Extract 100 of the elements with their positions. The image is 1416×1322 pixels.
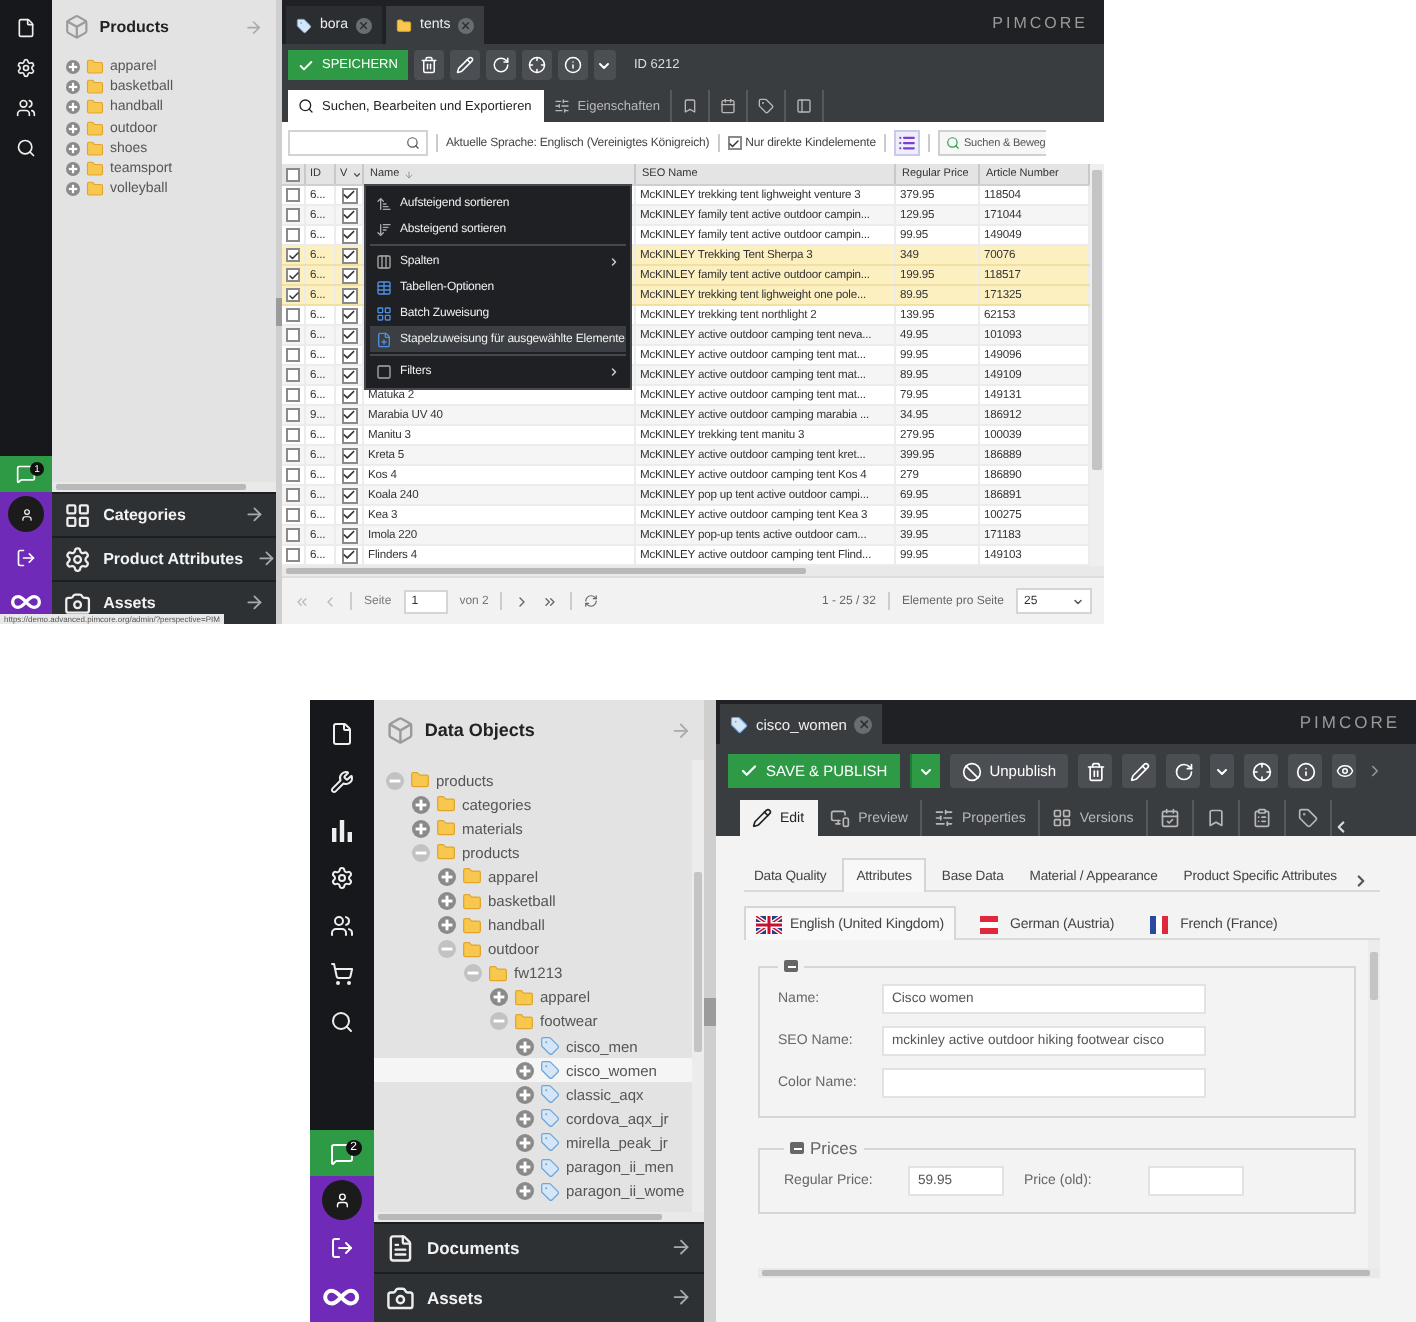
scrollbar[interactable] <box>692 760 704 1212</box>
expand-icon[interactable] <box>412 819 430 838</box>
wrench-icon[interactable] <box>330 770 354 794</box>
collapse-icon[interactable] <box>790 1142 804 1154</box>
logo-button[interactable] <box>310 1272 374 1322</box>
rename-button[interactable] <box>449 50 480 80</box>
settings-icon[interactable] <box>330 866 354 890</box>
row-checkbox[interactable] <box>286 488 300 502</box>
row-checkbox[interactable] <box>286 308 300 322</box>
expand-icon[interactable] <box>438 867 456 886</box>
arrow-right-icon[interactable] <box>670 719 692 741</box>
row-checkbox[interactable] <box>286 268 300 282</box>
delete-button[interactable] <box>1078 754 1113 788</box>
locate-button[interactable] <box>1244 754 1279 788</box>
info-button[interactable] <box>1288 754 1323 788</box>
expand-icon[interactable] <box>516 1037 534 1056</box>
expand-icon[interactable] <box>516 1133 534 1152</box>
expand-icon[interactable] <box>438 916 456 935</box>
scrollbar[interactable] <box>52 482 276 492</box>
row-checkbox[interactable] <box>286 288 300 302</box>
scrollbar[interactable] <box>282 566 1104 576</box>
expand-icon[interactable] <box>516 1182 534 1201</box>
sort-arrow-icon <box>403 169 414 179</box>
search-field[interactable] <box>288 130 428 156</box>
refresh-icon[interactable] <box>584 594 599 608</box>
delete-button[interactable] <box>413 50 444 80</box>
scrollbar[interactable] <box>1368 940 1380 1268</box>
check-icon <box>740 762 758 780</box>
bookmark-icon <box>1205 808 1226 828</box>
document-icon[interactable] <box>330 722 354 746</box>
row-checkbox[interactable] <box>286 188 300 202</box>
reload-button[interactable] <box>1166 754 1201 788</box>
expand-icon[interactable] <box>490 988 508 1007</box>
row-checkbox[interactable] <box>286 228 300 242</box>
bar-chart-icon[interactable] <box>330 818 354 842</box>
expand-icon[interactable] <box>66 59 80 74</box>
info-button[interactable] <box>557 50 588 80</box>
close-button[interactable] <box>356 17 373 33</box>
row-checkbox[interactable] <box>286 508 300 522</box>
scrollbar[interactable] <box>1090 164 1104 566</box>
expand-icon[interactable] <box>516 1158 534 1177</box>
row-checkbox[interactable] <box>286 468 300 482</box>
dropdown-button[interactable] <box>1210 754 1235 788</box>
users-icon[interactable] <box>330 914 354 938</box>
collapse-handle[interactable] <box>276 298 282 326</box>
close-button[interactable] <box>458 17 475 33</box>
reload-button[interactable] <box>485 50 516 80</box>
expand-icon[interactable] <box>66 121 80 136</box>
scrollbar[interactable] <box>758 1268 1380 1278</box>
close-button[interactable] <box>854 715 873 733</box>
sliders-icon <box>933 808 954 828</box>
accordion-header[interactable]: Categories <box>52 492 276 536</box>
search-icon[interactable] <box>330 1010 354 1034</box>
expand-icon[interactable] <box>66 162 80 177</box>
accordion-header[interactable]: Product Attributes <box>52 536 276 580</box>
expand-icon[interactable] <box>66 141 80 156</box>
bookmark-icon <box>682 98 698 114</box>
row-checkbox[interactable] <box>286 208 300 222</box>
row-checkbox[interactable] <box>286 388 300 402</box>
dropdown-button[interactable] <box>593 50 616 80</box>
text-field[interactable] <box>882 1068 1206 1098</box>
select-all-checkbox[interactable] <box>286 167 300 181</box>
row-checkbox[interactable] <box>286 328 300 342</box>
expand-icon[interactable] <box>66 100 80 115</box>
row-checkbox[interactable] <box>286 448 300 462</box>
list-view-button[interactable] <box>893 130 920 156</box>
expand-icon[interactable] <box>66 182 80 197</box>
arrow-right-icon[interactable] <box>244 17 264 37</box>
file-plus-icon <box>376 331 392 347</box>
row-checkbox[interactable] <box>286 528 300 542</box>
collapse-handle[interactable] <box>704 997 716 1025</box>
last-page-icon[interactable] <box>542 593 559 609</box>
row-checkbox[interactable] <box>286 348 300 362</box>
collapse-icon[interactable] <box>784 960 798 972</box>
row-checkbox[interactable] <box>286 428 300 442</box>
row-checkbox[interactable] <box>286 368 300 382</box>
expand-icon[interactable] <box>66 79 80 94</box>
scrollbar[interactable] <box>374 1212 704 1222</box>
checkbox[interactable] <box>727 136 742 150</box>
user-menu-button[interactable] <box>0 492 52 536</box>
locate-button[interactable] <box>521 50 552 80</box>
document-icon[interactable] <box>16 18 36 38</box>
rename-button[interactable] <box>1122 754 1157 788</box>
overflow-button[interactable] <box>1332 754 1357 788</box>
users-icon[interactable] <box>16 98 36 118</box>
accordion-header[interactable]: Documents <box>374 1222 704 1272</box>
publish-menu-button[interactable] <box>909 754 940 788</box>
search-icon[interactable] <box>16 138 36 158</box>
row-checkbox[interactable] <box>286 408 300 422</box>
text-field[interactable] <box>1148 1166 1244 1196</box>
expand-icon[interactable] <box>516 1109 534 1128</box>
accordion-header[interactable]: Assets <box>374 1272 704 1322</box>
expand-icon[interactable] <box>412 795 430 814</box>
settings-icon[interactable] <box>16 58 36 78</box>
expand-icon[interactable] <box>516 1061 534 1080</box>
row-checkbox[interactable] <box>286 548 300 562</box>
expand-icon[interactable] <box>438 892 456 911</box>
row-checkbox[interactable] <box>286 248 300 262</box>
cart-icon[interactable] <box>330 962 354 986</box>
expand-icon[interactable] <box>516 1085 534 1104</box>
